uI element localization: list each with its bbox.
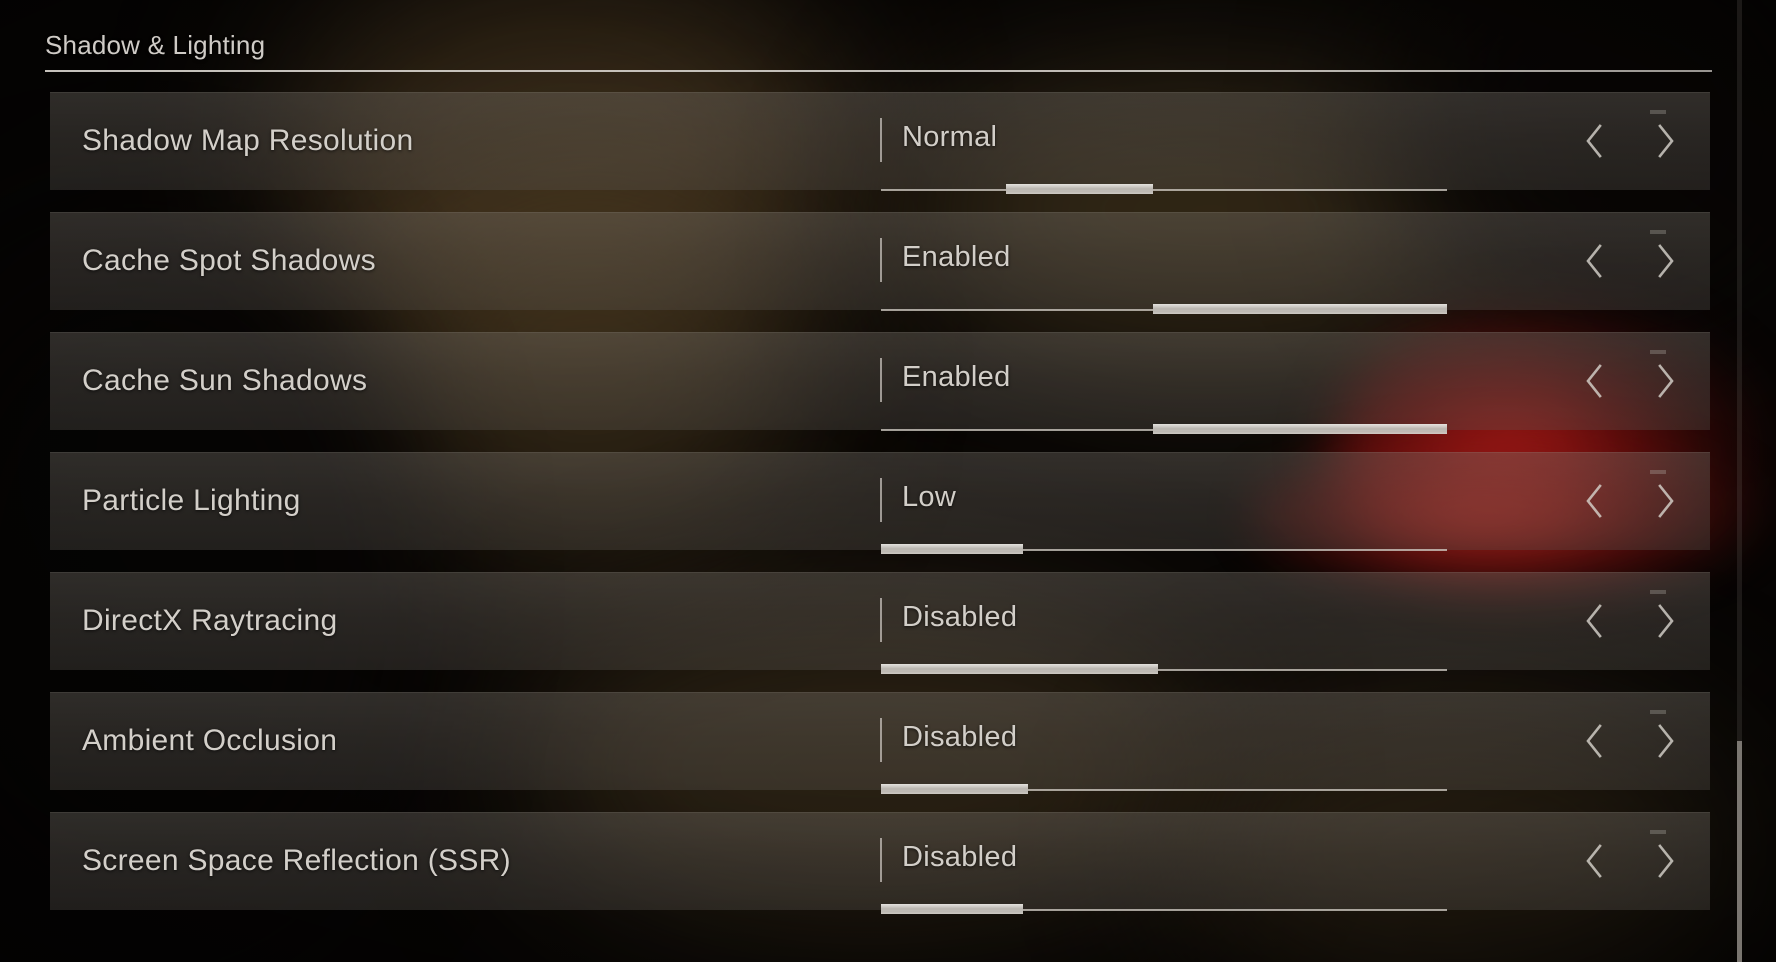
section-header: Shadow & Lighting [45,30,1712,72]
setting-stepper [1572,572,1688,670]
value-divider [880,838,882,882]
setting-slider[interactable] [881,544,1447,554]
setting-label: Ambient Occlusion [82,724,338,757]
value-divider [880,718,882,762]
setting-value-area: Low [880,452,1468,554]
setting-stepper [1572,212,1688,310]
slider-fill [881,544,1023,554]
setting-value-area: Enabled [880,212,1468,314]
page-title: Shadow & Lighting [45,30,266,60]
setting-label: Cache Spot Shadows [82,244,376,277]
setting-label: Shadow Map Resolution [82,124,414,157]
setting-row[interactable]: Cache Sun Shadows Enabled [50,332,1710,434]
setting-label: Particle Lighting [82,484,301,517]
setting-stepper [1572,92,1688,190]
scrollbar[interactable] [1737,0,1742,962]
slider-fill [1005,184,1153,194]
setting-label: DirectX Raytracing [82,604,338,637]
setting-row[interactable]: Shadow Map Resolution Normal [50,92,1710,194]
slider-fill [881,664,1159,674]
setting-value: Disabled [902,721,1018,754]
slider-fill [881,904,1023,914]
chevron-left-icon[interactable] [1572,474,1616,528]
setting-row[interactable]: Ambient Occlusion Disabled [50,692,1710,794]
setting-slider[interactable] [881,304,1447,314]
setting-row[interactable]: Screen Space Reflection (SSR) Disabled [50,812,1710,914]
setting-value-area: Normal [880,92,1468,194]
setting-value: Disabled [902,841,1018,874]
slider-fill [1152,424,1447,434]
header-divider [45,70,1712,72]
setting-value-area: Disabled [880,692,1468,794]
chevron-right-icon[interactable] [1644,474,1688,528]
setting-stepper [1572,452,1688,550]
setting-row[interactable]: Particle Lighting Low [50,452,1710,554]
slider-fill [1152,304,1447,314]
setting-stepper [1572,812,1688,910]
value-divider [880,598,882,642]
value-divider [880,118,882,162]
slider-track [881,189,1447,191]
chevron-right-icon[interactable] [1644,594,1688,648]
value-divider [880,478,882,522]
scrollbar-thumb[interactable] [1737,740,1742,962]
setting-row[interactable]: DirectX Raytracing Disabled [50,572,1710,674]
setting-slider[interactable] [881,664,1447,674]
settings-screen: Shadow & Lighting Shadow Map Resolution N… [0,0,1776,962]
settings-list: Shadow Map Resolution Normal Cache Spot Sh… [50,92,1710,932]
chevron-right-icon[interactable] [1644,234,1688,288]
setting-value: Normal [902,121,998,154]
setting-value: Low [902,481,957,514]
setting-stepper [1572,692,1688,790]
setting-slider[interactable] [881,424,1447,434]
setting-value-area: Disabled [880,812,1468,914]
chevron-left-icon[interactable] [1572,714,1616,768]
setting-slider[interactable] [881,784,1447,794]
setting-label: Screen Space Reflection (SSR) [82,844,511,877]
setting-value-area: Disabled [880,572,1468,674]
chevron-right-icon[interactable] [1644,714,1688,768]
setting-slider[interactable] [881,904,1447,914]
setting-value: Disabled [902,601,1018,634]
setting-row[interactable]: Cache Spot Shadows Enabled [50,212,1710,314]
value-divider [880,358,882,402]
setting-value-area: Enabled [880,332,1468,434]
chevron-right-icon[interactable] [1644,114,1688,168]
setting-value: Enabled [902,361,1011,394]
chevron-left-icon[interactable] [1572,834,1616,888]
setting-label: Cache Sun Shadows [82,364,368,397]
setting-value: Enabled [902,241,1011,274]
setting-stepper [1572,332,1688,430]
chevron-left-icon[interactable] [1572,114,1616,168]
chevron-left-icon[interactable] [1572,354,1616,408]
slider-fill [881,784,1029,794]
value-divider [880,238,882,282]
chevron-right-icon[interactable] [1644,834,1688,888]
setting-slider[interactable] [881,184,1447,194]
chevron-right-icon[interactable] [1644,354,1688,408]
chevron-left-icon[interactable] [1572,234,1616,288]
chevron-left-icon[interactable] [1572,594,1616,648]
